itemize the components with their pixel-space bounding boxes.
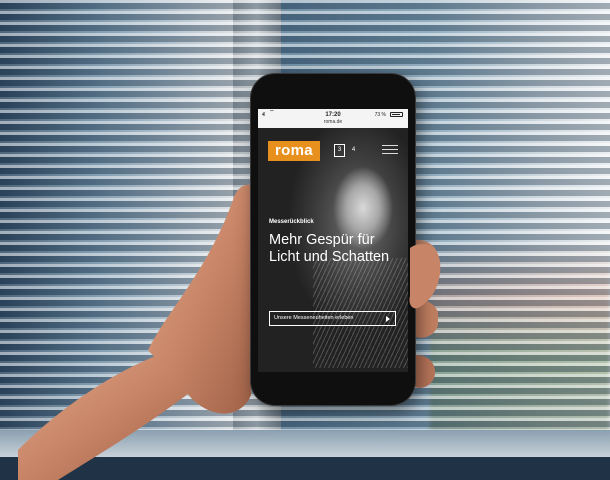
cta-button[interactable]: Unsere Messeneuheiten erleben <box>269 311 396 326</box>
thumb <box>409 244 441 309</box>
battery-icon <box>390 112 403 117</box>
roma-logo[interactable]: roma <box>268 141 320 161</box>
language-option-4[interactable]: 4 <box>348 144 359 157</box>
address-bar-url[interactable]: roma.de <box>258 119 408 125</box>
language-option-3[interactable]: 3 <box>334 144 345 157</box>
status-bar: •ll ⌔ 17:20 roma.de 73 % <box>258 109 408 128</box>
battery-percent: 73 % <box>374 112 386 118</box>
phone-screen: •ll ⌔ 17:20 roma.de 73 % roma 3 4 Messer… <box>258 109 408 372</box>
play-arrow-icon <box>386 316 390 322</box>
hero-banner: roma 3 4 Messerückblick Mehr Gespür für … <box>258 128 408 372</box>
hero-eyebrow: Messerückblick <box>269 219 314 225</box>
hero-headline: Mehr Gespür für Licht und Schatten <box>269 232 390 265</box>
cta-label: Unsere Messeneuheiten erleben <box>274 315 354 321</box>
hamburger-menu-icon[interactable] <box>382 145 398 156</box>
